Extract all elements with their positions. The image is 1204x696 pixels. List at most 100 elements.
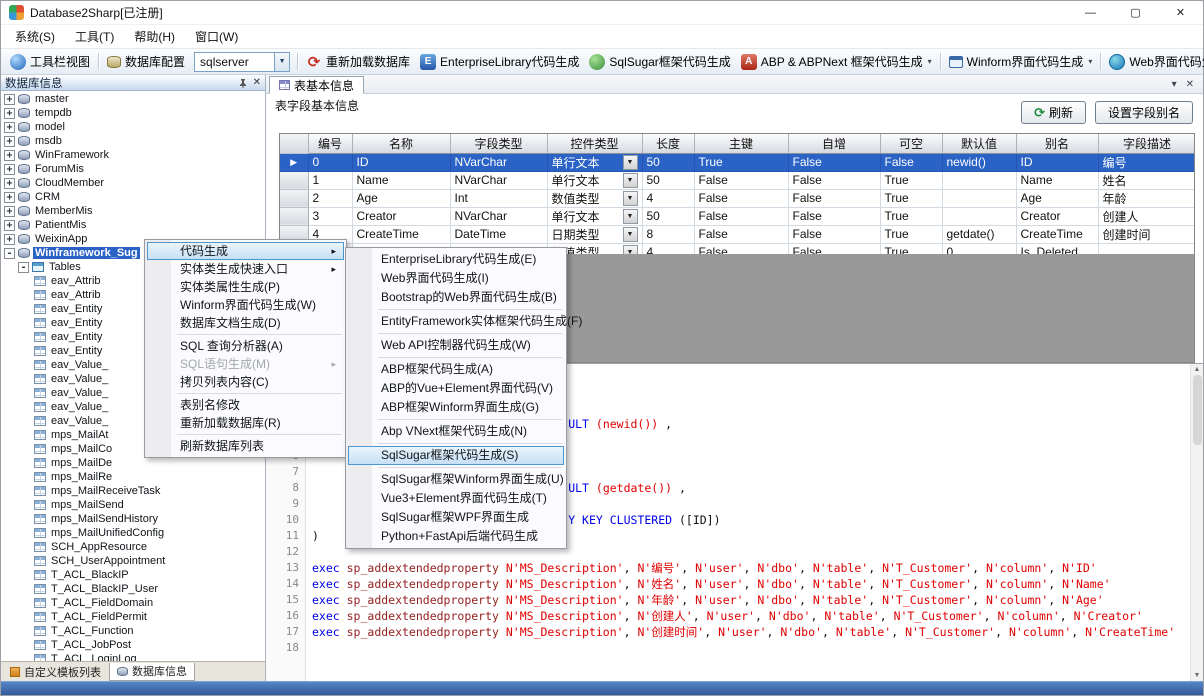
tree-node[interactable]: +PatientMis bbox=[1, 218, 265, 232]
grid-cell[interactable]: True bbox=[880, 207, 942, 225]
toolbar-button[interactable]: Web界面代码生成▾ bbox=[1104, 51, 1204, 72]
toolbar-button[interactable]: ⟳重新加载数据库 bbox=[301, 51, 415, 72]
grid-cell[interactable]: False bbox=[788, 171, 880, 189]
grid-cell[interactable]: 4 bbox=[642, 189, 694, 207]
grid-cell[interactable]: False bbox=[694, 171, 788, 189]
tree-node[interactable]: +tempdb bbox=[1, 106, 265, 120]
tree-node[interactable]: mps_MailSend bbox=[1, 498, 265, 512]
menu-item[interactable]: 系统(S) bbox=[5, 25, 65, 48]
dropdown-button-icon[interactable]: ▼ bbox=[623, 209, 638, 224]
tab-table-basic-info[interactable]: 表基本信息 bbox=[269, 76, 364, 94]
grid-cell[interactable]: NVarChar bbox=[450, 207, 547, 225]
tree-node[interactable]: T_ACL_FieldPermit bbox=[1, 610, 265, 624]
grid-cell[interactable]: False bbox=[694, 189, 788, 207]
grid-cell[interactable]: False bbox=[694, 207, 788, 225]
grid-cell[interactable]: False bbox=[788, 207, 880, 225]
menu-item[interactable]: 拷贝列表内容(C) bbox=[147, 373, 344, 391]
grid-cell[interactable]: False bbox=[880, 153, 942, 171]
tree-expander[interactable]: + bbox=[4, 108, 15, 119]
grid-column-header[interactable]: 字段描述 bbox=[1098, 134, 1194, 153]
maximize-button[interactable]: ▢ bbox=[1113, 1, 1158, 24]
grid-cell[interactable]: False bbox=[694, 243, 788, 254]
grid-cell[interactable]: 单行文本▼ bbox=[547, 207, 642, 225]
minimize-button[interactable]: — bbox=[1068, 1, 1113, 24]
menu-item[interactable]: ABP框架代码生成(A) bbox=[348, 360, 564, 379]
grid-cell[interactable]: newid() bbox=[942, 153, 1016, 171]
menu-item[interactable]: 数据库文档生成(D) bbox=[147, 314, 344, 332]
menu-item[interactable]: 刷新数据库列表 bbox=[147, 437, 344, 455]
menu-item[interactable]: Python+FastApi后端代码生成 bbox=[348, 527, 564, 546]
grid-cell[interactable]: True bbox=[880, 171, 942, 189]
grid-cell[interactable]: 4 bbox=[642, 243, 694, 254]
tree-expander[interactable]: + bbox=[4, 178, 15, 189]
grid-cell[interactable]: False bbox=[788, 189, 880, 207]
grid-column-header[interactable]: 主键 bbox=[694, 134, 788, 153]
grid-cell[interactable]: 1 bbox=[308, 171, 352, 189]
tree-expander[interactable]: - bbox=[4, 248, 15, 259]
grid-cell[interactable]: True bbox=[880, 189, 942, 207]
grid-cell[interactable]: 年龄 bbox=[1098, 189, 1194, 207]
tree-expander[interactable]: + bbox=[4, 192, 15, 203]
menu-item[interactable]: Winform界面代码生成(W) bbox=[147, 296, 344, 314]
grid-cell[interactable]: getdate() bbox=[942, 225, 1016, 243]
chevron-down-icon[interactable]: ▾ bbox=[928, 57, 932, 66]
menu-item[interactable]: SqlSugar框架代码生成(S) bbox=[348, 446, 564, 465]
toolbar-button[interactable]: EEnterpriseLibrary代码生成 bbox=[415, 51, 584, 72]
tree-node[interactable]: SCH_AppResource bbox=[1, 540, 265, 554]
menu-item[interactable]: EnterpriseLibrary代码生成(E) bbox=[348, 250, 564, 269]
tree-node[interactable]: T_ACL_FieldDomain bbox=[1, 596, 265, 610]
menu-item[interactable]: EntityFramework实体框架代码生成(F) bbox=[348, 312, 564, 331]
grid-cell[interactable]: CreateTime bbox=[352, 225, 450, 243]
toolbar-button[interactable]: 数据库配置 bbox=[102, 51, 190, 72]
grid-cell[interactable]: True bbox=[880, 225, 942, 243]
menu-item[interactable]: 重新加载数据库(R) bbox=[147, 414, 344, 432]
menu-item[interactable]: Web界面代码生成(I) bbox=[348, 269, 564, 288]
close-tab-icon[interactable]: ✕ bbox=[1186, 79, 1194, 90]
tree-node[interactable]: T_ACL_BlackIP bbox=[1, 568, 265, 582]
grid-cell[interactable]: CreateTime bbox=[1016, 225, 1098, 243]
tree-expander[interactable]: + bbox=[4, 122, 15, 133]
tree-node[interactable]: +WinFramework bbox=[1, 148, 265, 162]
row-header[interactable] bbox=[280, 207, 308, 225]
dropdown-button-icon[interactable]: ▼ bbox=[623, 245, 638, 255]
tree-expander[interactable]: + bbox=[4, 234, 15, 245]
grid-cell[interactable]: False bbox=[788, 225, 880, 243]
tree-node[interactable]: mps_MailReceiveTask bbox=[1, 484, 265, 498]
row-header[interactable]: ▶ bbox=[280, 153, 308, 171]
tree-node[interactable]: SCH_UserAppointment bbox=[1, 554, 265, 568]
grid-cell[interactable]: Creator bbox=[352, 207, 450, 225]
tree-expander[interactable]: + bbox=[4, 164, 15, 175]
tree-node[interactable]: mps_MailSendHistory bbox=[1, 512, 265, 526]
grid-cell[interactable]: 编号 bbox=[1098, 153, 1194, 171]
grid-cell[interactable]: NVarChar bbox=[450, 171, 547, 189]
grid-cell[interactable]: Creator bbox=[1016, 207, 1098, 225]
toolbar-button[interactable]: AABP & ABPNext 框架代码生成▾ bbox=[736, 51, 937, 72]
menu-item[interactable]: 实体类生成快速入口▸ bbox=[147, 260, 344, 278]
menu-item[interactable]: 实体类属性生成(P) bbox=[147, 278, 344, 296]
grid-column-header[interactable]: 别名 bbox=[1016, 134, 1098, 153]
menu-item[interactable]: Vue3+Element界面代码生成(T) bbox=[348, 489, 564, 508]
grid-cell[interactable]: 单行文本▼ bbox=[547, 171, 642, 189]
grid-cell[interactable]: Int bbox=[450, 189, 547, 207]
menu-item[interactable]: 代码生成▸ bbox=[147, 242, 344, 260]
grid-cell[interactable]: 50 bbox=[642, 153, 694, 171]
grid-cell[interactable]: Name bbox=[1016, 171, 1098, 189]
tree-node[interactable]: T_ACL_LoginLog bbox=[1, 652, 265, 661]
grid-column-header[interactable]: 编号 bbox=[308, 134, 352, 153]
bottom-tab[interactable]: 自定义模板列表 bbox=[3, 663, 108, 681]
dropdown-button-icon[interactable]: ▼ bbox=[623, 227, 638, 242]
tree-node[interactable]: mps_MailUnifiedConfig bbox=[1, 526, 265, 540]
grid-cell[interactable]: DateTime bbox=[450, 225, 547, 243]
dropdown-button-icon[interactable]: ▼ bbox=[623, 191, 638, 206]
grid-column-header[interactable]: 字段类型 bbox=[450, 134, 547, 153]
tree-node[interactable]: +MemberMis bbox=[1, 204, 265, 218]
row-header[interactable] bbox=[280, 171, 308, 189]
menu-item[interactable]: ABP框架Winform界面生成(G) bbox=[348, 398, 564, 417]
menu-item[interactable]: ABP的Vue+Element界面代码(V) bbox=[348, 379, 564, 398]
tree-node[interactable]: +ForumMis bbox=[1, 162, 265, 176]
dock-menu-icon[interactable]: ▾ bbox=[1172, 79, 1177, 90]
grid-cell[interactable]: False bbox=[788, 243, 880, 254]
menu-item[interactable]: SqlSugar框架Winform界面生成(U) bbox=[348, 470, 564, 489]
set-field-alias-button[interactable]: 设置字段别名 bbox=[1095, 101, 1193, 124]
menu-item[interactable]: 窗口(W) bbox=[185, 25, 248, 48]
